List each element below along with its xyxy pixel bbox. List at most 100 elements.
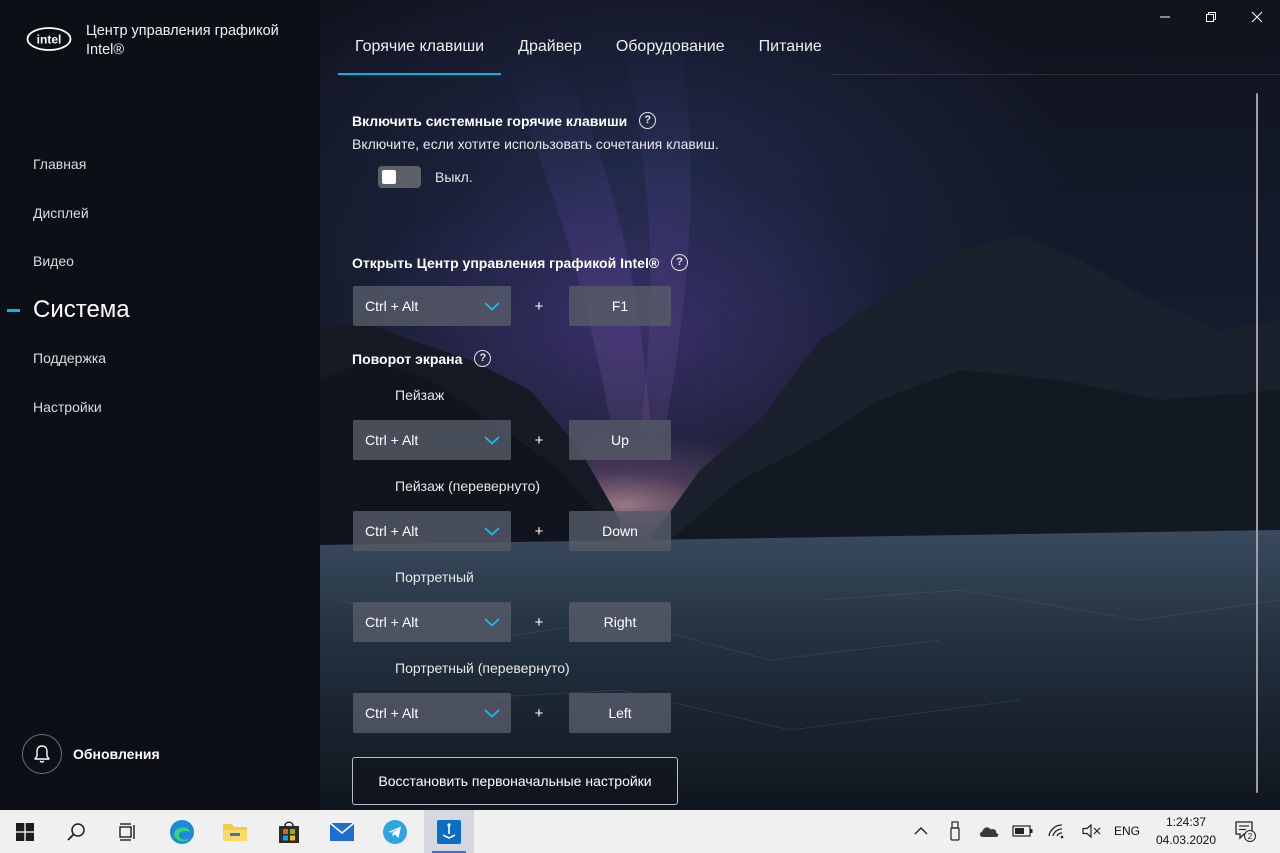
sidebar-item-label: Настройки (33, 398, 102, 415)
taskbar-clock[interactable]: 1:24:37 04.03.2020 (1146, 813, 1226, 849)
mail-icon (329, 821, 355, 841)
plus-sign: + (534, 705, 544, 722)
main-panel: Горячие клавиши Драйвер Оборудование Пит… (320, 0, 1280, 810)
rotation-portrait-label: Портретный (395, 569, 474, 585)
close-button[interactable] (1234, 0, 1280, 34)
sidebar-item-label: Система (33, 295, 130, 323)
toggle-state-label: Выкл. (435, 169, 473, 185)
start-button[interactable] (0, 810, 50, 853)
intel-logo-icon: intel (26, 27, 72, 51)
bell-icon (22, 734, 62, 774)
task-view-icon (119, 822, 135, 841)
rotation-portrait-flipped-modifier-select[interactable]: Ctrl + Alt (353, 693, 511, 733)
updates-button[interactable]: Обновления (22, 734, 160, 774)
start-icon (16, 822, 34, 841)
show-hidden-icons-button[interactable] (910, 820, 932, 842)
updates-label: Обновления (73, 746, 160, 762)
active-indicator (7, 308, 20, 312)
rotation-portrait-flipped-label: Портретный (перевернуто) (395, 660, 570, 676)
usb-icon (950, 821, 960, 841)
app-brand: intel Центр управления графикой Intel® (26, 22, 279, 60)
app-title: Центр управления графикой Intel® (86, 22, 279, 60)
notification-icon: 2 (1235, 821, 1256, 842)
plus-sign: + (534, 523, 544, 540)
wifi-icon (1048, 824, 1064, 839)
network-tray-button[interactable] (1046, 820, 1068, 842)
enable-hotkeys-description: Включите, если хотите использовать сочет… (352, 136, 719, 152)
plus-sign: + (534, 614, 544, 631)
enable-hotkeys-toggle[interactable] (378, 166, 421, 188)
sidebar-item-system[interactable]: Система (0, 286, 320, 335)
onedrive-tray-button[interactable] (978, 820, 1000, 842)
edge-icon (170, 819, 194, 844)
open-center-title: Открыть Центр управления графикой Intel® (352, 254, 660, 271)
modifier-value: Ctrl + Alt (365, 705, 419, 721)
chevron-down-icon (484, 618, 500, 627)
volume-tray-button[interactable] (1080, 820, 1102, 842)
scrollbar[interactable] (1256, 93, 1258, 793)
hotkeys-content: Включить системные горячие клавиши ? Вкл… (352, 0, 1232, 810)
open-center-heading: Открыть Центр управления графикой Intel®… (352, 254, 689, 271)
modifier-value: Ctrl + Alt (365, 298, 419, 314)
rotation-portrait-flipped-key-field[interactable]: Left (569, 693, 671, 733)
store-icon (279, 820, 299, 843)
intel-logo-text: intel (37, 33, 62, 47)
clock-date: 04.03.2020 (1155, 833, 1217, 847)
sidebar-item-label: Дисплей (33, 204, 89, 221)
taskbar-telegram[interactable] (370, 810, 420, 853)
open-center-key-field[interactable]: F1 (569, 286, 671, 326)
chevron-down-icon (484, 709, 500, 718)
notification-count: 2 (1248, 832, 1253, 841)
rotation-landscape-flipped-label: Пейзаж (перевернуто) (395, 478, 541, 494)
sidebar-item-settings[interactable]: Настройки (0, 383, 320, 432)
sidebar-item-home[interactable]: Главная (0, 140, 320, 189)
action-center-button[interactable]: 2 (1234, 820, 1256, 842)
modifier-value: Ctrl + Alt (365, 614, 419, 630)
sidebar-nav: Главная Дисплей Видео Система Поддержка … (0, 140, 320, 431)
windows-taskbar: ENG 1:24:37 04.03.2020 2 (0, 810, 1280, 853)
task-view-button[interactable] (102, 810, 152, 853)
sidebar-item-label: Поддержка (33, 350, 107, 367)
plus-sign: + (534, 298, 544, 315)
enable-hotkeys-heading: Включить системные горячие клавиши ? (352, 112, 657, 129)
close-icon (1251, 11, 1263, 23)
taskbar-edge[interactable] (157, 810, 207, 853)
rotation-landscape-modifier-select[interactable]: Ctrl + Alt (353, 420, 511, 460)
sidebar-item-support[interactable]: Поддержка (0, 334, 320, 383)
help-icon[interactable]: ? (639, 112, 657, 129)
sidebar-item-video[interactable]: Видео (0, 237, 320, 286)
sidebar-item-label: Главная (33, 156, 87, 173)
rotation-landscape-key-field[interactable]: Up (569, 420, 671, 460)
sidebar-item-label: Видео (33, 253, 74, 270)
sidebar: intel Центр управления графикой Intel® Г… (0, 0, 320, 810)
app-title-line1: Центр управления графикой (86, 23, 279, 39)
usb-tray-button[interactable] (944, 820, 966, 842)
rotation-title: Поворот экрана (352, 350, 463, 367)
taskbar-mail[interactable] (317, 810, 367, 853)
help-icon[interactable]: ? (671, 254, 689, 271)
search-button[interactable] (51, 810, 101, 853)
taskbar-file-explorer[interactable] (210, 810, 260, 853)
onedrive-icon (979, 827, 999, 837)
rotation-heading: Поворот экрана ? (352, 350, 492, 367)
chevron-down-icon (484, 436, 500, 445)
rotation-landscape-flipped-key-field[interactable]: Down (569, 511, 671, 551)
battery-icon (1012, 825, 1033, 837)
taskbar-store[interactable] (264, 810, 314, 853)
volume-muted-icon (1082, 823, 1101, 839)
rotation-portrait-key-field[interactable]: Right (569, 602, 671, 642)
rotation-landscape-flipped-modifier-select[interactable]: Ctrl + Alt (353, 511, 511, 551)
sidebar-item-display[interactable]: Дисплей (0, 189, 320, 238)
open-center-modifier-select[interactable]: Ctrl + Alt (353, 286, 511, 326)
restore-defaults-button[interactable]: Восстановить первоначальные настройки (352, 757, 678, 805)
taskbar-intel-graphics[interactable] (424, 810, 474, 853)
battery-tray-button[interactable] (1012, 820, 1034, 842)
plus-sign: + (534, 432, 544, 449)
telegram-icon (383, 819, 407, 844)
input-language-indicator[interactable]: ENG (1114, 824, 1140, 838)
rotation-portrait-modifier-select[interactable]: Ctrl + Alt (353, 602, 511, 642)
modifier-value: Ctrl + Alt (365, 523, 419, 539)
file-explorer-icon (223, 823, 247, 841)
help-icon[interactable]: ? (474, 350, 492, 367)
search-icon (67, 822, 85, 841)
